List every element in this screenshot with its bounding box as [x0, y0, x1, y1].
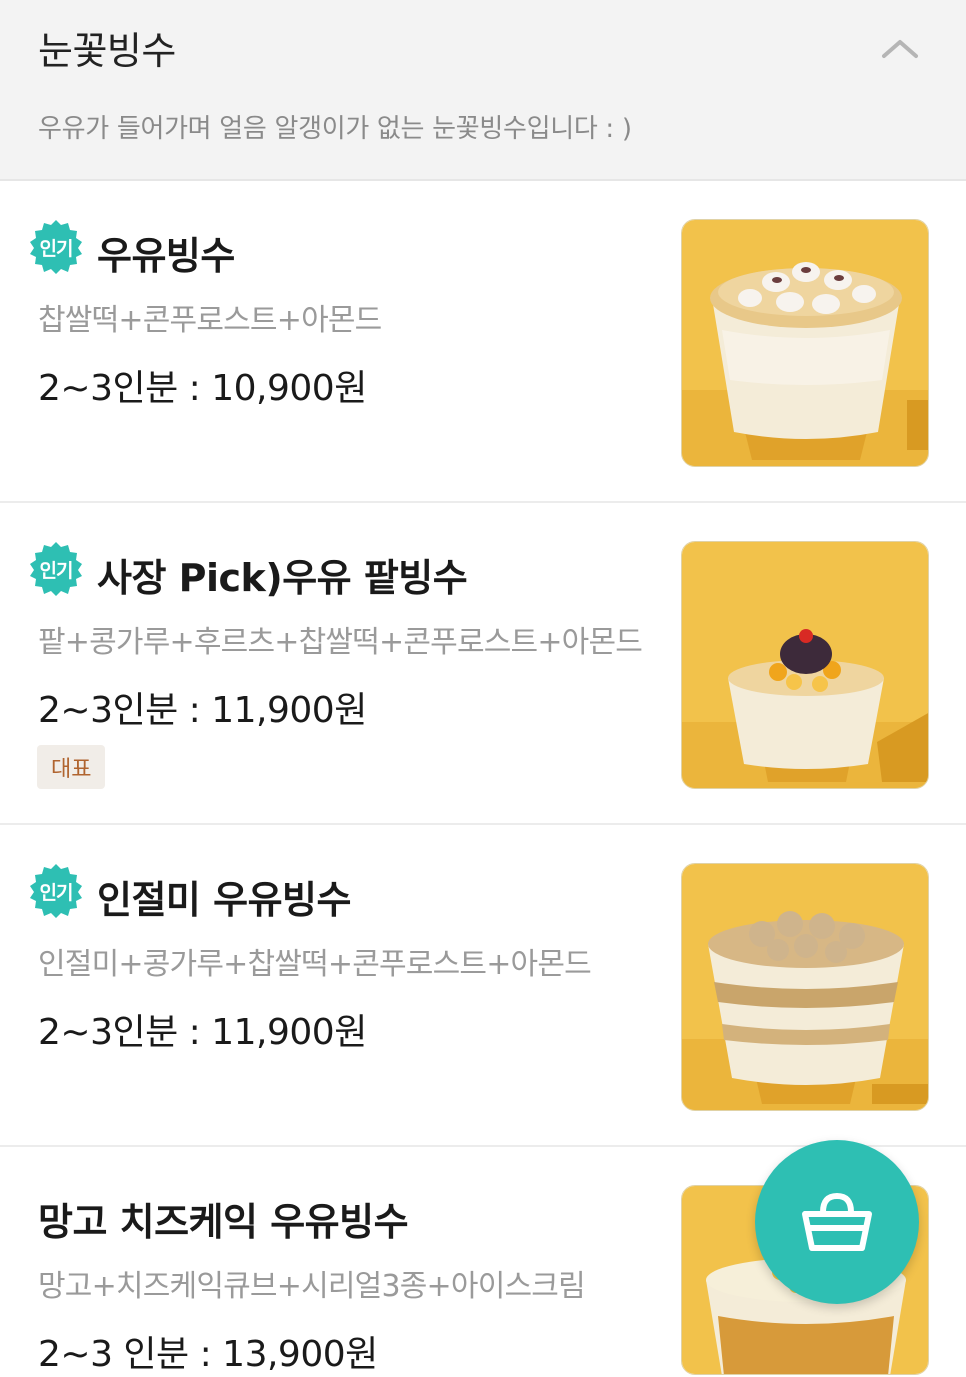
item-name: 인절미 우유빙수 — [97, 878, 351, 922]
popular-badge-label: 인기 — [39, 237, 74, 260]
item-description: 망고+치즈케익큐브+시리얼3종+아이스크림 — [38, 1269, 586, 1304]
menu-item[interactable]: 인기 사장 Pick)우유 팥빙수 팥+콩가루+후르츠+찹쌀떡+콘푸로스트+아몬… — [0, 503, 966, 825]
item-name: 우유빙수 — [97, 234, 235, 278]
item-price: 2~3인분 : 10,900원 — [38, 368, 367, 409]
shopping-basket-icon — [802, 1192, 872, 1251]
collapse-button[interactable] — [872, 28, 928, 68]
category-header[interactable]: 눈꽃빙수 우유가 들어가며 얼음 알갱이가 없는 눈꽃빙수입니다 : ) — [0, 0, 966, 181]
item-description: 인절미+콩가루+찹쌀떡+콘푸로스트+아몬드 — [38, 947, 592, 982]
popular-badge-label: 인기 — [39, 559, 74, 582]
item-price: 2~3 인분 : 13,900원 — [38, 1334, 378, 1375]
cart-button[interactable] — [755, 1140, 919, 1304]
menu-item[interactable]: 인기 우유빙수 찹쌀떡+콘푸로스트+아몬드 2~3인분 : 10,900원 — [0, 181, 966, 503]
signature-tag: 대표 — [37, 745, 106, 789]
chevron-up-icon — [882, 40, 918, 58]
item-photo[interactable] — [681, 219, 929, 467]
item-description: 팥+콩가루+후르츠+찹쌀떡+콘푸로스트+아몬드 — [38, 625, 643, 660]
item-price: 2~3인분 : 11,900원 — [38, 1012, 367, 1053]
popular-badge: 인기 — [28, 863, 84, 919]
item-name: 망고 치즈케익 우유빙수 — [38, 1200, 409, 1244]
item-photo[interactable] — [681, 541, 929, 789]
item-description: 찹쌀떡+콘푸로스트+아몬드 — [38, 303, 382, 338]
category-title: 눈꽃빙수 — [38, 29, 176, 73]
popular-badge: 인기 — [28, 541, 84, 597]
item-name: 사장 Pick)우유 팥빙수 — [97, 556, 468, 600]
menu-item[interactable]: 인기 인절미 우유빙수 인절미+콩가루+찹쌀떡+콘푸로스트+아몬드 2~3인분 … — [0, 825, 966, 1147]
popular-badge: 인기 — [28, 219, 84, 275]
item-photo[interactable] — [681, 863, 929, 1111]
item-price: 2~3인분 : 11,900원 — [38, 690, 367, 731]
category-description: 우유가 들어가며 얼음 알갱이가 없는 눈꽃빙수입니다 : ) — [38, 114, 632, 144]
popular-badge-label: 인기 — [39, 881, 74, 904]
